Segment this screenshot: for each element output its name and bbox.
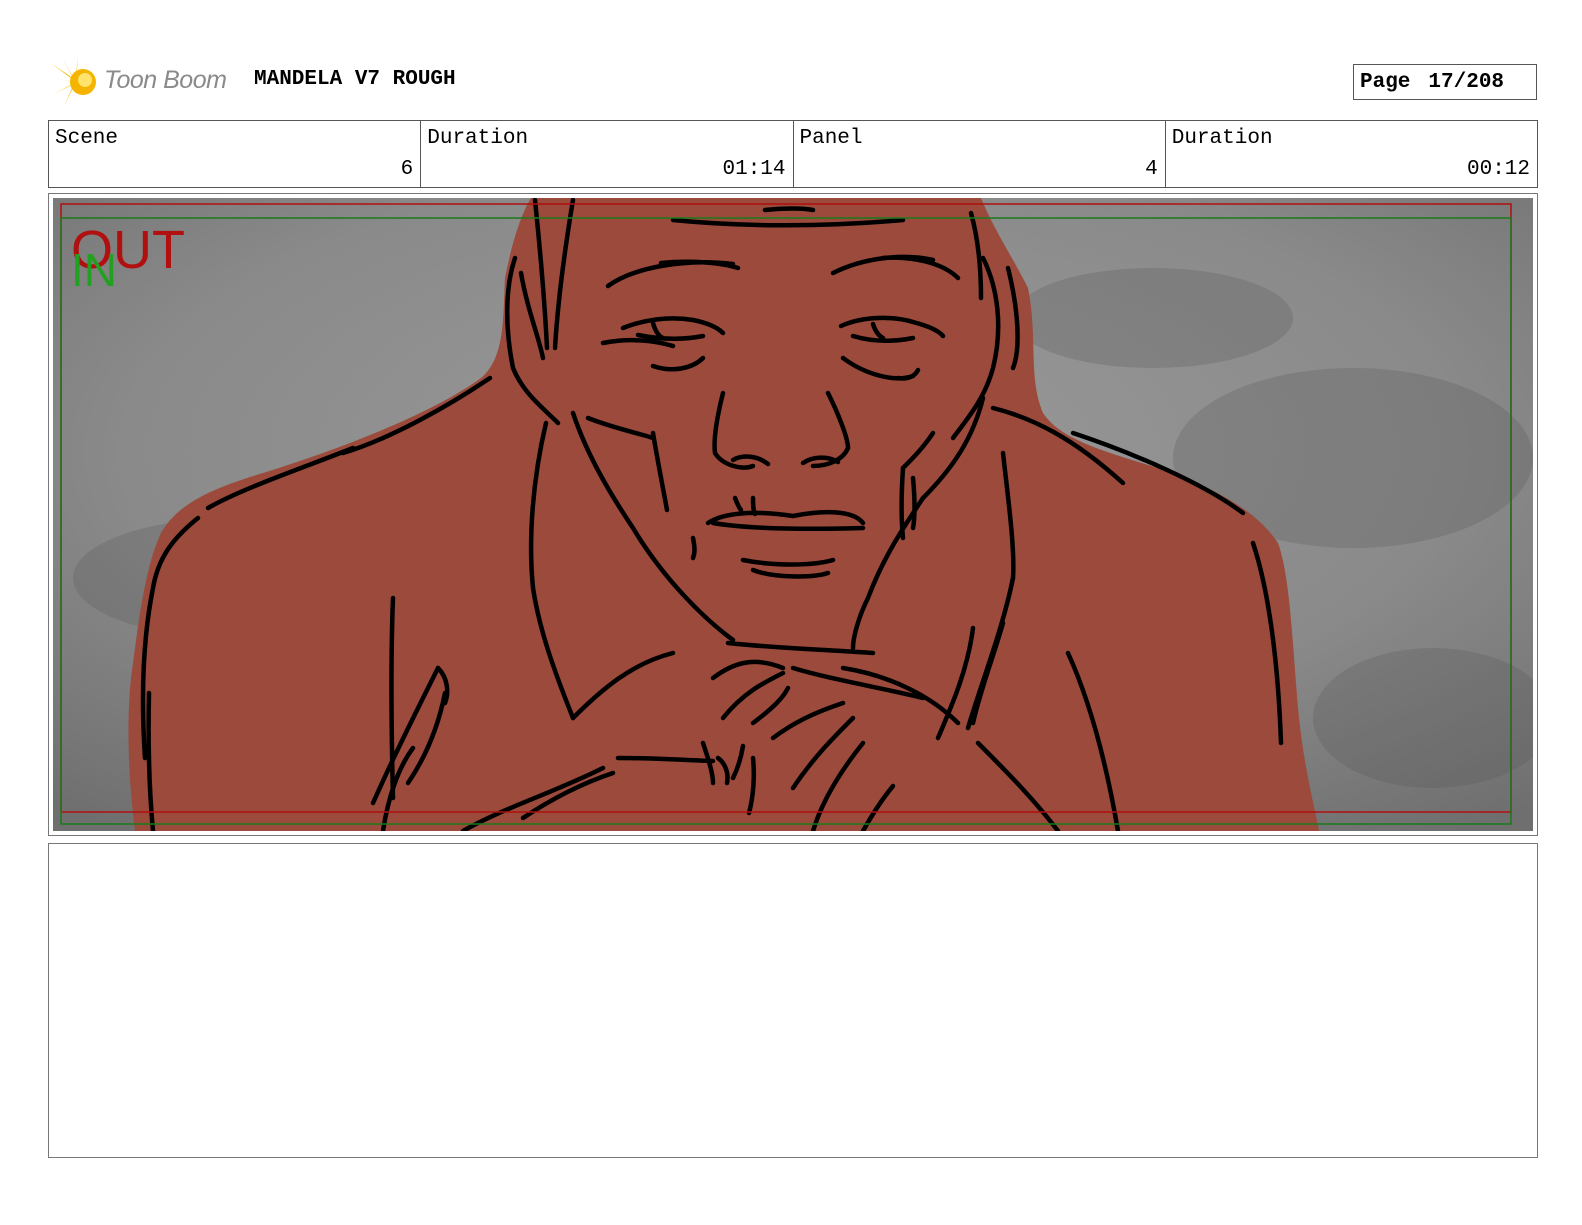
scene-duration-cell: Duration 01:14 — [421, 121, 794, 187]
scene-duration-label: Duration — [427, 127, 529, 150]
storyboard-panel: OUT IN — [48, 193, 1538, 836]
document-title: MANDELA V7 ROUGH — [254, 68, 456, 91]
panel-notes-box — [48, 843, 1538, 1158]
panel-duration-cell: Duration 00:12 — [1166, 121, 1537, 187]
panel-duration-value: 00:12 — [1466, 158, 1530, 181]
panel-value: 4 — [1145, 158, 1158, 181]
panel-info-table: Scene 6 Duration 01:14 Panel 4 Duration … — [48, 120, 1538, 188]
panel-label: Panel — [799, 127, 863, 150]
toon-boom-logo: Toon Boom — [50, 56, 240, 108]
page-label: Page — [1360, 71, 1411, 94]
panel-drawing: OUT IN — [53, 198, 1533, 831]
scene-value: 6 — [400, 158, 414, 181]
scene-duration-value: 01:14 — [722, 158, 786, 181]
logo-text: Toon Boom — [104, 66, 227, 94]
scene-label: Scene — [55, 127, 119, 150]
in-marker: IN — [71, 244, 117, 296]
panel-cell: Panel 4 — [794, 121, 1166, 187]
starburst-icon — [50, 56, 96, 106]
scene-cell: Scene 6 — [49, 121, 422, 187]
page-indicator: Page 17/208 — [1353, 64, 1537, 100]
page-number: 17/208 — [1428, 71, 1505, 94]
panel-duration-label: Duration — [1171, 127, 1273, 150]
